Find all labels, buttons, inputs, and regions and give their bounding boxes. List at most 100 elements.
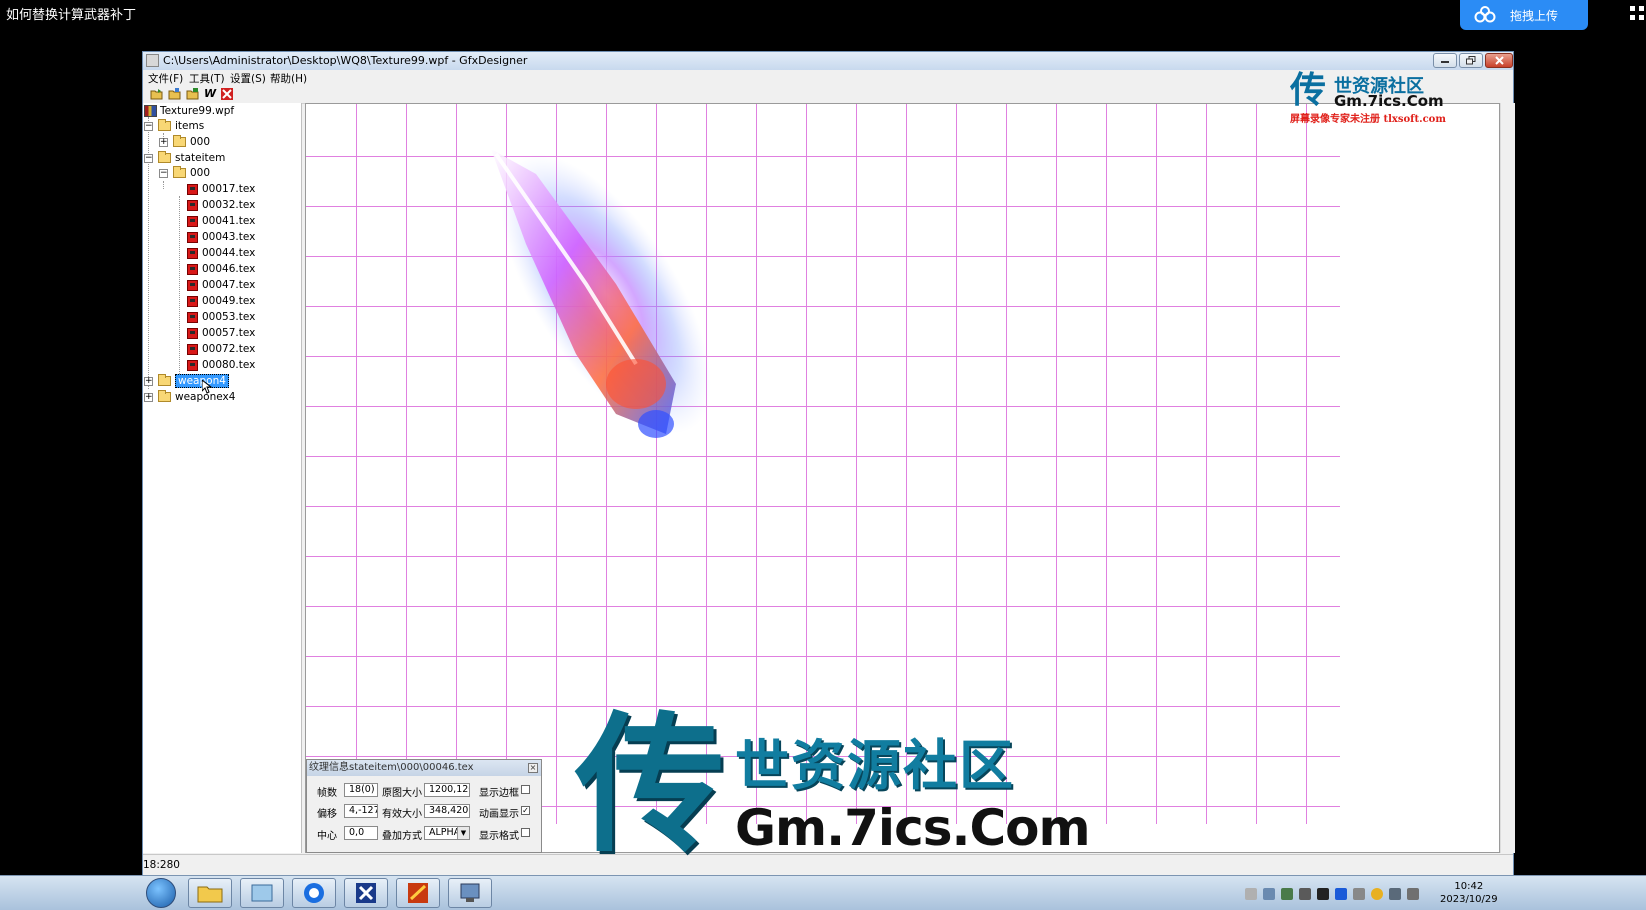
clock[interactable]: 10:42 2023/10/29 xyxy=(1440,880,1498,906)
tree-texture-item[interactable]: 00047.tex xyxy=(187,277,255,293)
printer-icon[interactable] xyxy=(1353,888,1365,900)
tree-root[interactable]: Texture99.wpf xyxy=(144,103,234,119)
fullscreen-icon[interactable] xyxy=(1630,6,1644,20)
collapse-icon[interactable]: − xyxy=(144,121,153,131)
anim-checkbox[interactable]: ✓ xyxy=(521,806,530,815)
delete-icon[interactable] xyxy=(221,88,234,100)
tree-texture-item[interactable]: 00046.tex xyxy=(187,261,255,277)
tree-node-weaponex4[interactable]: + weaponex4 xyxy=(144,389,235,405)
save-icon[interactable] xyxy=(186,88,199,100)
taskbar-app[interactable] xyxy=(292,878,336,908)
vertical-scrollbar[interactable] xyxy=(1500,103,1515,853)
tree-texture-item[interactable]: 00017.tex xyxy=(187,181,255,197)
taskbar-app[interactable] xyxy=(240,878,284,908)
offset-field[interactable]: 4,-127 xyxy=(344,804,378,818)
center-field[interactable]: 0,0 xyxy=(344,826,378,840)
folder-icon xyxy=(158,119,171,131)
center-label: 中心 xyxy=(317,831,337,842)
tree-texture-item[interactable]: 00044.tex xyxy=(187,245,255,261)
k-app-icon[interactable] xyxy=(1335,888,1347,900)
taskbar-app[interactable] xyxy=(448,878,492,908)
orig-size-field[interactable]: 1200,1200 xyxy=(424,783,470,797)
menu-settings[interactable]: 设置(S) xyxy=(230,71,266,86)
taskbar-app[interactable] xyxy=(344,878,388,908)
close-icon[interactable]: × xyxy=(528,763,538,773)
watermark-url: Gm.7ics.Com xyxy=(735,799,1091,857)
blend-label: 叠加方式 xyxy=(382,831,422,842)
tree-node-stateitem-000[interactable]: − 000 xyxy=(159,165,210,181)
minimize-button[interactable] xyxy=(1433,53,1457,68)
device-icon[interactable] xyxy=(1299,888,1311,900)
qq-icon[interactable] xyxy=(1371,888,1383,900)
texture-icon xyxy=(187,295,198,307)
tree-texture-item[interactable]: 00057.tex xyxy=(187,325,255,341)
texture-icon xyxy=(187,279,198,291)
expand-icon[interactable]: + xyxy=(159,137,168,147)
start-button[interactable] xyxy=(146,878,176,908)
video-title: 如何替换计算武器补丁 xyxy=(6,8,137,23)
tree-texture-item[interactable]: 00041.tex xyxy=(187,213,255,229)
close-button[interactable] xyxy=(1485,53,1513,68)
taskbar-app[interactable] xyxy=(396,878,440,908)
tree-node-items-000[interactable]: + 000 xyxy=(159,134,210,150)
tree-texture-item[interactable]: 00072.tex xyxy=(187,341,255,357)
browser-icon xyxy=(304,883,324,903)
tree-texture-item[interactable]: 00049.tex xyxy=(187,293,255,309)
tree-node-weapon4[interactable]: + weapon4 xyxy=(144,373,229,394)
blend-select-value: ALPHA xyxy=(429,827,461,838)
app-icon xyxy=(146,54,159,67)
tree-node-stateitem[interactable]: − stateitem xyxy=(144,150,225,166)
play-icon[interactable] xyxy=(1317,888,1329,900)
expand-icon[interactable]: + xyxy=(144,376,153,386)
tree-texture-item[interactable]: 00053.tex xyxy=(187,309,255,325)
file-tree[interactable]: Texture99.wpf − items + 000 − stateitem … xyxy=(143,103,302,853)
folder-icon xyxy=(158,151,171,163)
menu-file[interactable]: 文件(F) xyxy=(148,71,183,86)
collapse-icon[interactable]: − xyxy=(144,153,153,163)
watermark-url: Gm.7ics.Com xyxy=(1334,92,1444,110)
show-grid-label: 显示格式 xyxy=(479,831,519,842)
tree-texture-item[interactable]: 00043.tex xyxy=(187,229,255,245)
expand-icon[interactable]: + xyxy=(144,392,153,402)
tree-node-items[interactable]: − items xyxy=(144,118,204,134)
blend-select[interactable]: ALPHA ▼ xyxy=(424,826,470,840)
keyboard-icon[interactable] xyxy=(1245,888,1257,900)
texture-label: 00032.tex xyxy=(202,199,256,211)
tree-texture-item[interactable]: 00032.tex xyxy=(187,197,255,213)
frames-field[interactable]: 18(0) xyxy=(344,783,378,797)
tray-arrow-icon[interactable] xyxy=(1263,888,1275,900)
texture-info-panel: 纹理信息stateitem\000\00046.tex × 帧数 18(0) 原… xyxy=(306,759,542,853)
texture-icon xyxy=(187,327,198,339)
collapse-icon[interactable]: − xyxy=(159,168,168,178)
show-grid-checkbox[interactable] xyxy=(521,828,530,837)
tree-texture-item[interactable]: 00080.tex xyxy=(187,357,255,373)
tree-node-label: 000 xyxy=(190,167,211,179)
clock-date: 2023/10/29 xyxy=(1440,894,1498,905)
menu-help[interactable]: 帮助(H) xyxy=(270,71,307,86)
watermark-small: 传 世资源社区 Gm.7ics.Com 屏幕录像专家未注册 tlxsoft.co… xyxy=(1290,70,1480,125)
restore-button[interactable] xyxy=(1459,53,1483,68)
texture-icon xyxy=(187,263,198,275)
menu-tools[interactable]: 工具(T) xyxy=(189,71,225,86)
game-icon xyxy=(408,883,428,903)
open-folder-icon[interactable] xyxy=(150,88,163,100)
watermark-cn: 世资源社区 xyxy=(735,734,1015,797)
monitor-icon[interactable] xyxy=(1389,888,1401,900)
texture-label: 00017.tex xyxy=(202,183,256,195)
tree-node-label: items xyxy=(175,120,205,132)
valid-size-label: 有效大小 xyxy=(382,809,422,820)
taskbar-app[interactable] xyxy=(188,878,232,908)
upload-button[interactable]: 拖拽上传 xyxy=(1460,0,1588,30)
w-icon[interactable]: W xyxy=(204,88,217,100)
recorder-note: 屏幕录像专家未注册 tlxsoft.com xyxy=(1290,114,1446,125)
volume-icon[interactable] xyxy=(1407,888,1419,900)
close-icon xyxy=(1494,56,1504,65)
tree-node-label: stateitem xyxy=(175,152,226,164)
show-border-checkbox[interactable] xyxy=(521,785,530,794)
network-icon[interactable] xyxy=(1281,888,1293,900)
texture-icon xyxy=(187,199,198,211)
open-file-icon[interactable] xyxy=(168,88,181,100)
texture-label: 00041.tex xyxy=(202,215,256,227)
valid-size-field[interactable]: 348,420 xyxy=(424,804,470,818)
chevron-down-icon[interactable]: ▼ xyxy=(457,827,469,839)
